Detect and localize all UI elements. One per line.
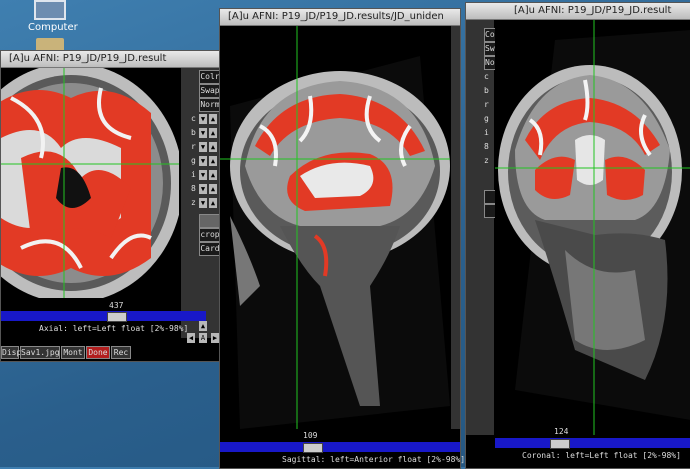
axial-blank-button[interactable] xyxy=(199,214,221,228)
computer-icon-label: Computer xyxy=(28,22,78,33)
sagittal-scroll-edge[interactable] xyxy=(451,26,460,429)
axial-letter-g: g xyxy=(191,156,196,165)
axial-8-down-arrow[interactable]: ▼ xyxy=(199,184,207,194)
axial-z-up-arrow[interactable]: ▲ xyxy=(209,198,217,208)
axial-i-up-arrow[interactable]: ▲ xyxy=(209,170,217,180)
coronal-letter-b: b xyxy=(484,86,489,95)
axial-colr-button[interactable]: Colr xyxy=(199,70,221,84)
sagittal-title: [A]u AFNI: P19_JD/P19_JD.results/JD_unid… xyxy=(228,11,444,22)
coronal-slice-number: 124 xyxy=(554,427,569,436)
sagittal-titlebar[interactable]: [A]u AFNI: P19_JD/P19_JD.results/JD_unid… xyxy=(220,9,460,26)
coronal-window: [A]u AFNI: P19_JD/P19_JD.result Colr Swa… xyxy=(465,2,690,469)
axial-pan-right-arrow[interactable]: ▶ xyxy=(211,333,219,343)
axial-window: [A]u AFNI: P19_JD/P19_JD.result Colr Swa… xyxy=(0,50,222,362)
axial-save-button[interactable]: Sav1.jpg xyxy=(20,346,60,359)
coronal-letter-c: c xyxy=(484,72,489,81)
coronal-letter-r: r xyxy=(484,100,489,109)
axial-slider-knob[interactable] xyxy=(107,312,127,322)
axial-letter-r: r xyxy=(191,142,196,151)
sagittal-image-view[interactable] xyxy=(220,26,450,429)
axial-i-down-arrow[interactable]: ▼ xyxy=(199,170,207,180)
coronal-title: [A]u AFNI: P19_JD/P19_JD.result xyxy=(514,5,672,16)
axial-letter-z: z xyxy=(191,198,196,207)
coronal-letter-8: 8 xyxy=(484,142,489,151)
monitor-icon xyxy=(34,0,66,20)
axial-disp-button[interactable]: Disp xyxy=(1,346,21,359)
axial-b-down-arrow[interactable]: ▼ xyxy=(199,128,207,138)
axial-rec-button[interactable]: Rec xyxy=(111,346,131,359)
axial-control-panel: Colr Swap Norm c ▼ ▲ b ▼ ▲ r ▼ ▲ g ▼ ▲ i… xyxy=(181,68,221,343)
axial-r-down-arrow[interactable]: ▼ xyxy=(199,142,207,152)
coronal-letter-z: z xyxy=(484,156,489,165)
axial-image-view[interactable] xyxy=(1,68,179,298)
computer-desktop-icon[interactable]: Computer xyxy=(28,0,78,33)
axial-card-button[interactable]: Card xyxy=(199,242,221,256)
axial-slice-number: 437 xyxy=(109,301,124,310)
axial-8-up-arrow[interactable]: ▲ xyxy=(209,184,217,194)
axial-crop-button[interactable]: crop xyxy=(199,228,221,242)
axial-letter-i: i xyxy=(191,170,196,179)
axial-letter-8: 8 xyxy=(191,184,196,193)
axial-mont-button[interactable]: Mont xyxy=(61,346,85,359)
axial-a-button[interactable]: A xyxy=(199,333,207,343)
axial-c-down-arrow[interactable]: ▼ xyxy=(199,114,207,124)
axial-brain-image xyxy=(1,68,179,298)
coronal-brain-image xyxy=(495,20,690,435)
axial-letter-c: c xyxy=(191,114,196,123)
sagittal-window: [A]u AFNI: P19_JD/P19_JD.results/JD_unid… xyxy=(219,8,465,469)
sagittal-status-text: Sagittal: left=Anterior float [2%-98%] xyxy=(282,455,466,464)
coronal-image-view[interactable] xyxy=(495,20,690,435)
coronal-slider-knob[interactable] xyxy=(550,439,570,449)
sagittal-brain-image xyxy=(220,26,450,429)
sagittal-slice-number: 109 xyxy=(303,431,318,440)
axial-b-up-arrow[interactable]: ▲ xyxy=(209,128,217,138)
coronal-titlebar[interactable]: [A]u AFNI: P19_JD/P19_JD.result xyxy=(466,3,690,20)
coronal-control-panel: Colr Swap Norm c b r g i 8 z xyxy=(466,20,496,435)
axial-swap-button[interactable]: Swap xyxy=(199,84,221,98)
axial-g-up-arrow[interactable]: ▲ xyxy=(209,156,217,166)
axial-norm-button[interactable]: Norm xyxy=(199,98,221,112)
sagittal-slider-knob[interactable] xyxy=(303,443,323,453)
axial-c-up-arrow[interactable]: ▲ xyxy=(209,114,217,124)
axial-title: [A]u AFNI: P19_JD/P19_JD.result xyxy=(9,53,167,64)
axial-g-down-arrow[interactable]: ▼ xyxy=(199,156,207,166)
axial-titlebar[interactable]: [A]u AFNI: P19_JD/P19_JD.result xyxy=(1,51,221,68)
axial-r-up-arrow[interactable]: ▲ xyxy=(209,142,217,152)
axial-pan-up-arrow[interactable]: ▲ xyxy=(199,321,207,331)
coronal-letter-g: g xyxy=(484,114,489,123)
coronal-slice-slider[interactable] xyxy=(495,438,690,449)
axial-letter-b: b xyxy=(191,128,196,137)
coronal-letter-i: i xyxy=(484,128,489,137)
axial-slice-slider[interactable] xyxy=(1,311,206,322)
axial-status-text: Axial: left=Left float [2%-98%] xyxy=(39,324,189,333)
axial-done-button[interactable]: Done xyxy=(86,346,110,359)
sagittal-slice-slider[interactable] xyxy=(220,442,460,453)
axial-z-down-arrow[interactable]: ▼ xyxy=(199,198,207,208)
coronal-status-text: Coronal: left=Left float [2%-98%] xyxy=(522,451,681,460)
axial-pan-left-arrow[interactable]: ◀ xyxy=(187,333,195,343)
